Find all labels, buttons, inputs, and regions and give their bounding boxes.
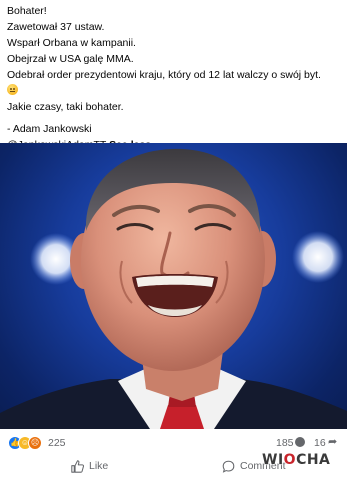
thumbs-up-icon <box>71 459 84 473</box>
comment-icon <box>222 460 235 473</box>
share-arrow-icon: ➦ <box>328 436 338 448</box>
comment-bubble-icon <box>295 437 305 447</box>
reaction-count[interactable]: 225 <box>48 437 66 449</box>
portrait-photo <box>0 148 347 429</box>
like-label: Like <box>89 460 109 472</box>
angry-reaction-icon: ☹ <box>28 436 42 450</box>
post-line: Zawetował 37 ustaw. <box>7 21 105 33</box>
post-signature: - Adam Jankowski <box>7 123 92 135</box>
comment-count[interactable]: 185 <box>276 437 294 449</box>
thinking-face-emoji <box>7 84 18 95</box>
post-line: Obejrzał w USA galę MMA. <box>7 53 134 65</box>
post-line: Bohater! <box>7 5 47 17</box>
like-button[interactable]: Like <box>71 459 108 473</box>
post-line: Wsparł Orbana w kampanii. <box>7 37 136 49</box>
wiocha-watermark-logo: WIOCHA <box>262 452 331 468</box>
share-count[interactable]: 16 <box>314 437 326 449</box>
post-photo[interactable] <box>0 143 347 429</box>
post-closing: Jakie czasy, taki bohater. <box>7 101 124 113</box>
post-text: Bohater! Zawetował 37 ustaw. Wsparł Orba… <box>7 3 343 153</box>
reactions-row: 👍 ☺ ☹ 225 185 16 ➦ <box>0 432 347 452</box>
post-line: Odebrał order prezydentowi kraju, który … <box>7 69 321 81</box>
